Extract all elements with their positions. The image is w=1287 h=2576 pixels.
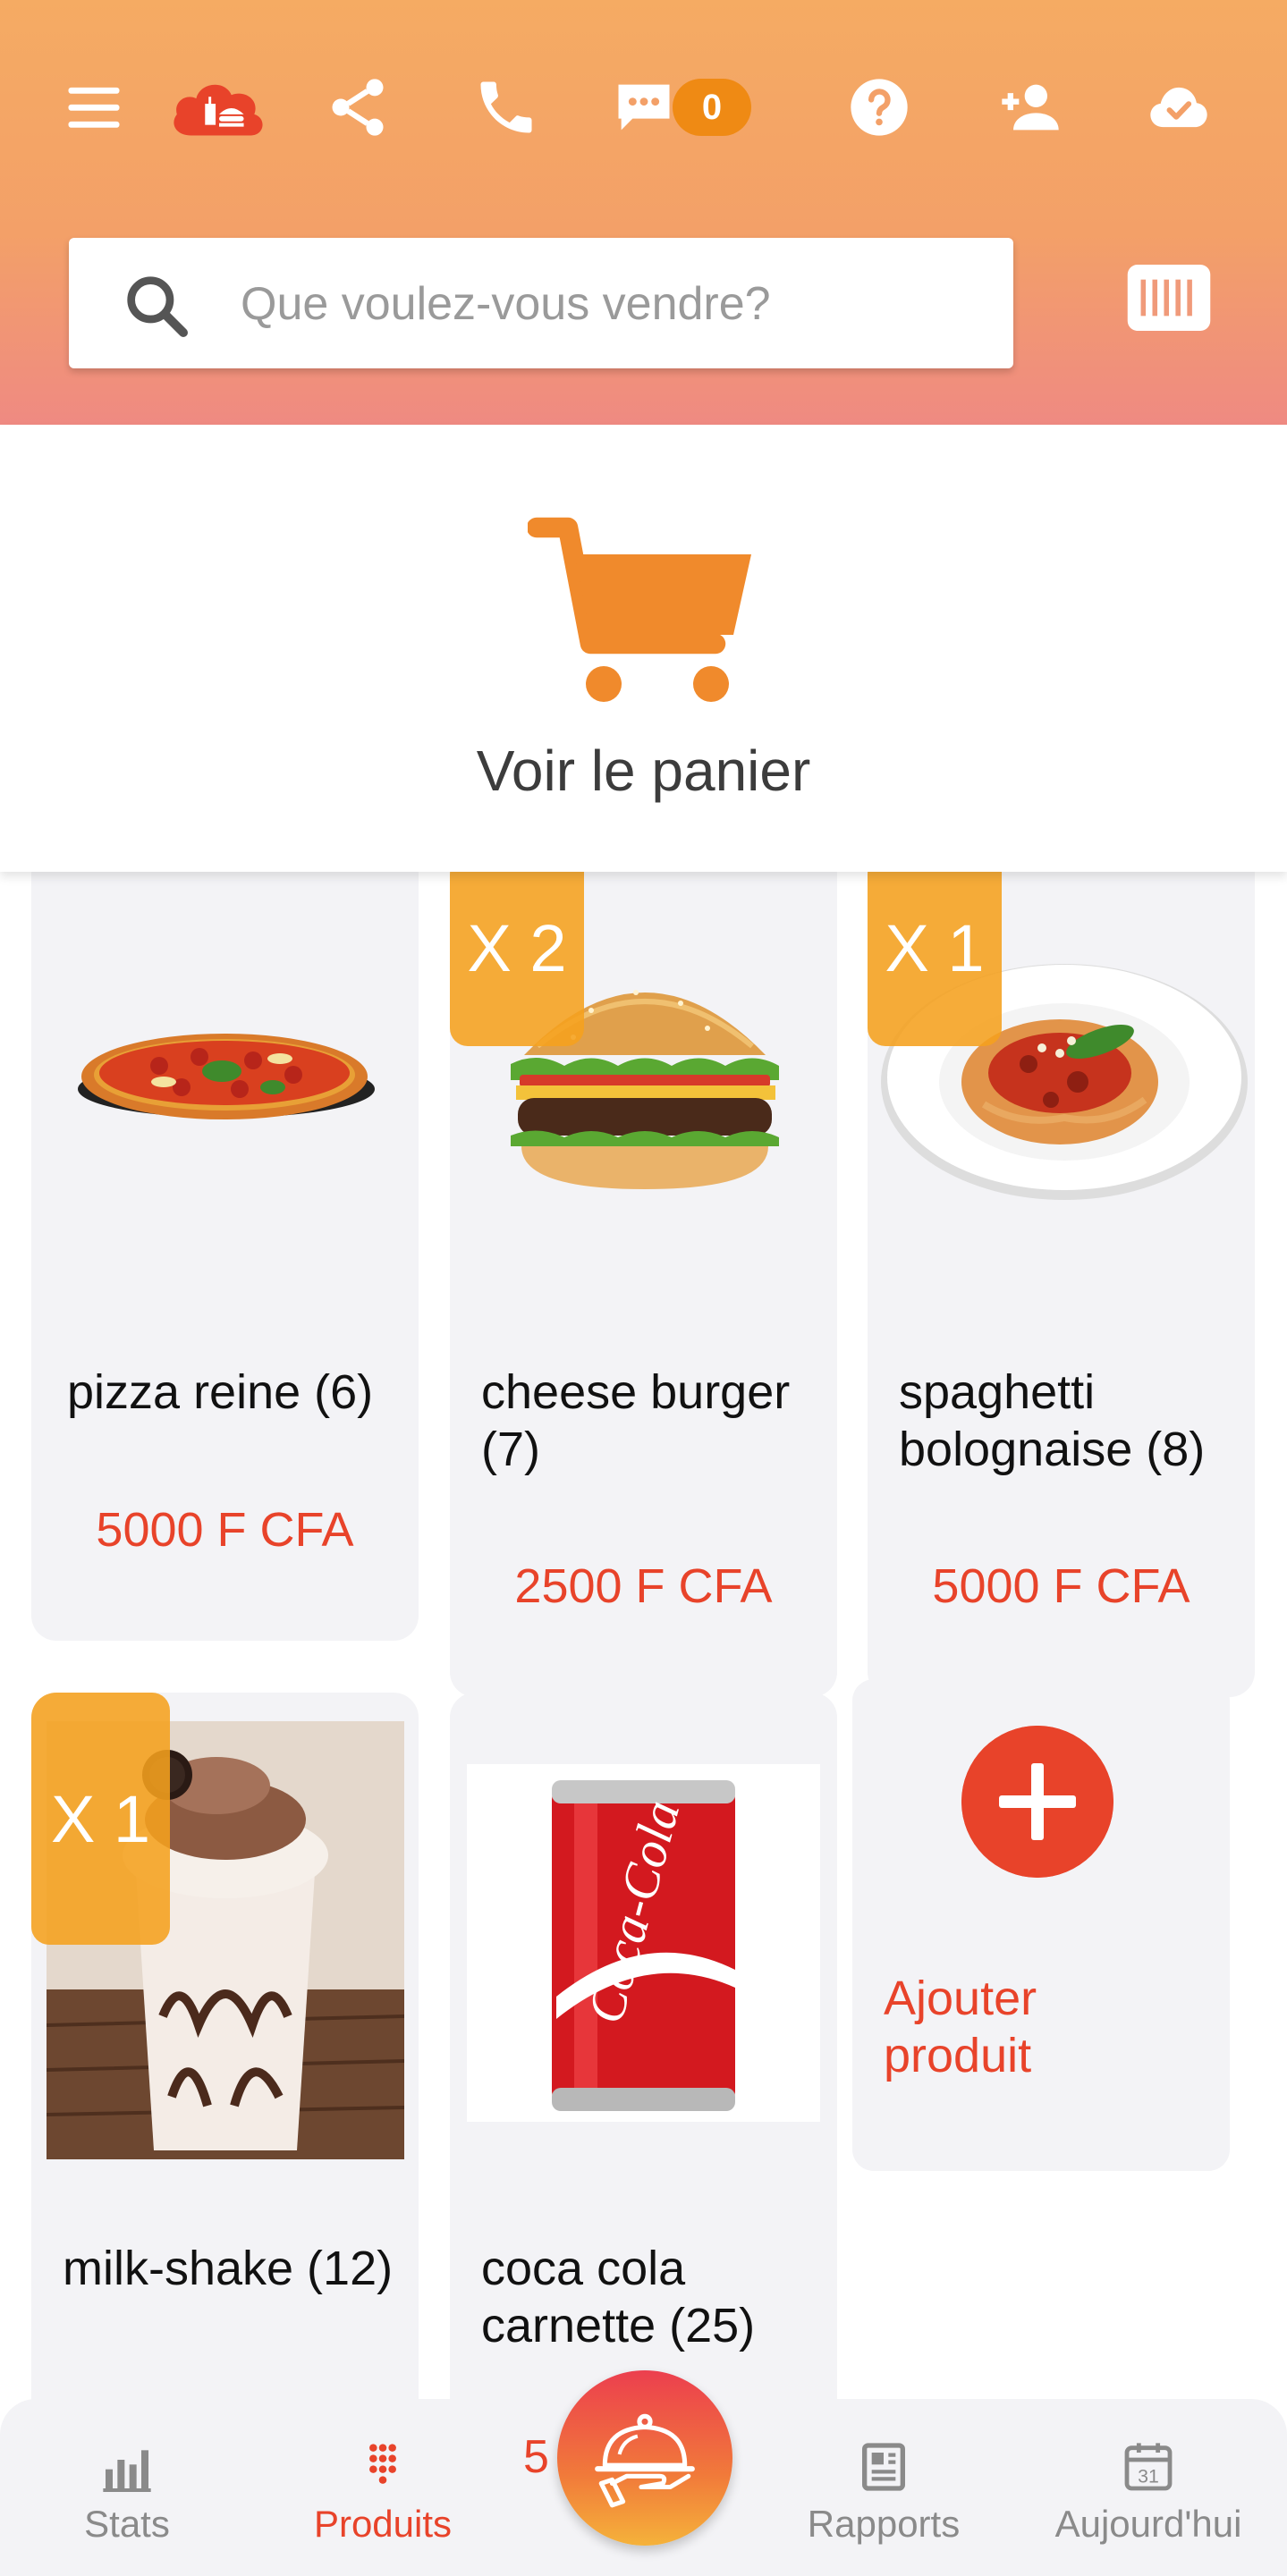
report-icon <box>862 2443 905 2491</box>
product-name: cheese burger (7) <box>481 1365 791 1476</box>
sync-status-button[interactable] <box>1136 64 1222 150</box>
serving-cloche-icon <box>595 2413 695 2508</box>
add-product-label: Ajouter produit <box>884 1972 1037 2082</box>
add-product-card[interactable]: Ajouter produit <box>852 1679 1230 2171</box>
cloud-check-icon <box>1150 87 1207 128</box>
search-icon <box>127 276 188 337</box>
nav-produits-label: Produits <box>313 2503 453 2545</box>
nav-stats[interactable]: Stats <box>11 2438 243 2563</box>
search-input[interactable] <box>239 238 994 370</box>
quantity-badge: X 2 <box>450 849 584 1046</box>
coca-cola-image: Coca-Cola <box>467 1764 820 2122</box>
menu-icon <box>68 87 120 128</box>
quantity-badge: X 1 <box>31 1693 170 1945</box>
phone-icon <box>480 81 532 133</box>
product-name: milk-shake (12) <box>63 2242 394 2295</box>
phone-button[interactable] <box>463 64 549 150</box>
cart-icon <box>528 517 751 702</box>
nav-stats-label: Stats <box>84 2503 170 2545</box>
help-button[interactable] <box>836 64 922 150</box>
nav-rapports[interactable]: Rapports <box>767 2438 1000 2563</box>
messages-count-badge: 0 <box>673 79 751 136</box>
add-user-icon <box>1002 84 1059 131</box>
help-icon <box>851 79 908 136</box>
product-card-pizza[interactable]: pizza reine (6) 5000 F CFA <box>31 849 419 1641</box>
bar-chart-icon <box>103 2450 151 2492</box>
calendar-icon: 31 <box>1124 2443 1173 2491</box>
add-user-button[interactable] <box>987 64 1073 150</box>
quantity-badge: X 1 <box>868 849 1002 1046</box>
product-name: pizza reine (6) <box>67 1365 374 1419</box>
menu-button[interactable] <box>51 64 137 150</box>
add-product-button[interactable] <box>961 1726 1113 1878</box>
grid-dots-icon <box>369 2444 396 2484</box>
product-card-cheese-burger[interactable]: X 2 cheese burger (7) 2500 F CFA <box>450 849 837 1697</box>
product-price: 5000 F CFA <box>96 1503 354 1557</box>
share-icon <box>332 79 384 136</box>
search-box[interactable] <box>69 238 1013 370</box>
view-cart-button[interactable]: Voir le panier <box>0 425 1287 872</box>
product-card-spaghetti[interactable]: X 1 spaghetti bolognaise (8) 5000 F CFA <box>868 849 1255 1697</box>
share-button[interactable] <box>315 64 401 150</box>
nav-produits[interactable]: Produits <box>267 2438 499 2563</box>
checkout-fab-button[interactable] <box>557 2370 732 2546</box>
app-logo-cloud-food-icon <box>174 84 263 136</box>
app-logo[interactable] <box>165 64 273 150</box>
chat-icon <box>618 84 670 131</box>
calendar-day: 31 <box>1138 2465 1159 2487</box>
product-card-milk-shake[interactable]: X 1 milk-shake (12) <box>31 1693 419 2497</box>
barcode-icon[interactable] <box>1127 265 1211 331</box>
nav-aujourdhui-label: Aujourd'hui <box>1054 2503 1242 2545</box>
product-price: 2500 F CFA <box>514 1559 773 1613</box>
product-name: spaghetti bolognaise (8) <box>899 1365 1206 1476</box>
pizza-image <box>78 1034 375 1119</box>
product-name: coca cola carnette (25) <box>481 2242 756 2352</box>
nav-rapports-label: Rapports <box>807 2503 961 2545</box>
nav-aujourdhui[interactable]: 31 Aujourd'hui <box>1032 2438 1265 2563</box>
view-cart-label: Voir le panier <box>476 739 811 803</box>
app-header: 0 <box>0 0 1287 425</box>
product-price: 5000 F CFA <box>932 1559 1190 1613</box>
